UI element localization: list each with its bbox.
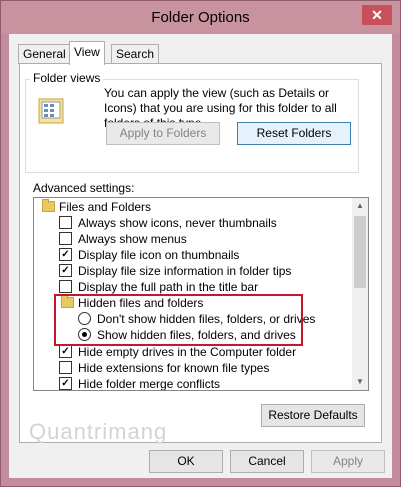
folder-view-icon [38,98,64,124]
apply-button[interactable]: Apply [311,450,385,473]
title-bar: Folder Options ✕ [1,1,400,34]
restore-defaults-button[interactable]: Restore Defaults [261,404,365,427]
list-item-label: Display file size information in folder … [78,264,292,278]
folder-icon [42,199,55,212]
checkbox[interactable] [59,280,72,293]
advanced-settings-label: Advanced settings: [33,181,135,195]
cancel-button[interactable]: Cancel [230,450,304,473]
close-icon[interactable]: ✕ [362,5,392,25]
list-item-label: Always show menus [78,232,187,246]
list-item-label: Hide folder merge conflicts [78,377,221,391]
list-item-label: Display the full path in the title bar [78,280,259,294]
highlight-annotation [54,294,303,346]
tab-view[interactable]: View [69,41,105,65]
list-item-label: Hide empty drives in the Computer folder [78,345,297,359]
folder-options-window: Folder Options ✕ General View Search Fol… [0,0,401,487]
ok-button[interactable]: OK [149,450,223,473]
list-item-label: Display file icon on thumbnails [78,248,240,262]
list-item-label: Files and Folders [59,200,152,214]
tab-search[interactable]: Search [111,44,160,64]
watermark: Quantrimang [29,419,168,444]
list-item-label: Always show icons, never thumbnails [78,216,277,230]
reset-folders-button[interactable]: Reset Folders [237,122,351,145]
checkbox-checked[interactable]: ✓ [59,345,72,358]
scroll-up-icon[interactable]: ▲ [352,198,368,214]
tab-general[interactable]: General [18,44,71,64]
checkbox-checked[interactable]: ✓ [59,248,72,261]
apply-to-folders-button[interactable]: Apply to Folders [106,122,220,145]
scroll-down-icon[interactable]: ▼ [352,374,368,390]
checkbox[interactable] [59,216,72,229]
checkbox[interactable] [59,232,72,245]
list-item-label: Hide extensions for known file types [78,361,270,375]
checkbox-checked[interactable]: ✓ [59,264,72,277]
dialog-body: General View Search Folder views You can… [9,34,392,478]
folder-views-label: Folder views [30,71,104,85]
vertical-scrollbar[interactable]: ▲ ▼ [352,198,368,390]
window-title: Folder Options [151,9,250,26]
checkbox-checked[interactable]: ✓ [59,377,72,390]
checkbox[interactable] [59,361,72,374]
scroll-thumb[interactable] [354,216,366,288]
